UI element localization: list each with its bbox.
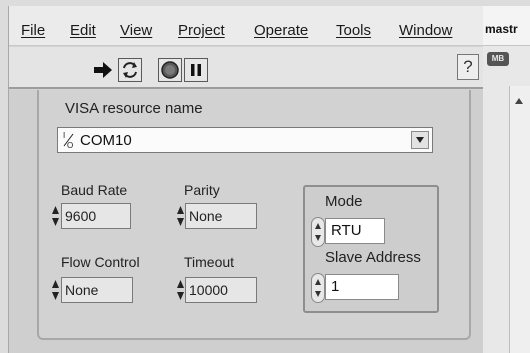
flow-control-spinner[interactable]	[51, 277, 60, 303]
menu-file[interactable]: File	[21, 22, 45, 39]
flow-control-field[interactable]: None	[61, 277, 133, 303]
slave-address-label: Slave Address	[325, 249, 421, 266]
svg-text:O: O	[67, 141, 73, 150]
mb-badge: MB	[487, 52, 509, 66]
visa-resource-label: VISA resource name	[65, 100, 203, 117]
front-panel-canvas: VISA resource name I O COM10 Baud Rate 9…	[9, 90, 483, 353]
mode-label: Mode	[325, 193, 363, 210]
serial-config-cluster: VISA resource name I O COM10 Baud Rate 9…	[37, 90, 471, 340]
scroll-up-button[interactable]	[512, 94, 526, 106]
baud-rate-label: Baud Rate	[61, 182, 128, 198]
mode-field[interactable]: RTU	[325, 218, 385, 244]
baud-rate-field[interactable]: 9600	[61, 203, 131, 229]
run-continuously-button[interactable]	[118, 58, 142, 82]
menu-view[interactable]: View	[120, 22, 152, 39]
mode-ring-spinner[interactable]	[311, 217, 325, 247]
menu-window[interactable]: Window	[399, 22, 452, 39]
svg-text:I: I	[63, 131, 65, 140]
visa-resource-combo[interactable]: I O COM10	[57, 127, 433, 153]
abort-execution-icon	[160, 60, 180, 80]
run-continuously-icon	[120, 60, 140, 80]
dropdown-arrow-icon	[415, 131, 425, 149]
second-window-title-text: mastr	[485, 22, 518, 36]
flow-control-label: Flow Control	[61, 254, 140, 270]
second-window-edge: mastr MB	[483, 6, 530, 353]
parity-label: Parity	[184, 182, 220, 198]
menu-operate[interactable]: Operate	[254, 22, 308, 39]
modbus-settings-box: Mode RTU Slave Address 1	[303, 185, 439, 313]
timeout-spinner[interactable]	[176, 277, 185, 303]
parity-spinner[interactable]	[176, 203, 185, 229]
menu-bar: File Edit View Project Operate Tools Win…	[9, 6, 483, 46]
abort-execution-button[interactable]	[158, 58, 182, 82]
slave-address-spinner[interactable]	[311, 273, 325, 303]
slave-address-field[interactable]: 1	[325, 274, 399, 300]
vertical-scrollbar[interactable]	[509, 86, 530, 353]
parity-field[interactable]: None	[185, 203, 257, 229]
toolbar	[9, 47, 483, 89]
menu-project[interactable]: Project	[178, 22, 225, 39]
menu-tools[interactable]: Tools	[336, 22, 371, 39]
scroll-up-arrow-icon	[515, 91, 523, 109]
timeout-label: Timeout	[184, 254, 235, 270]
visa-dropdown-button[interactable]	[411, 131, 429, 149]
second-window-title: mastr	[483, 6, 530, 46]
pause-button[interactable]	[184, 58, 208, 82]
labview-front-panel-window: File Edit View Project Operate Tools Win…	[8, 6, 483, 353]
run-arrow-icon	[92, 61, 114, 79]
run-button[interactable]	[91, 58, 115, 82]
pause-icon	[188, 62, 204, 78]
timeout-field[interactable]: 10000	[185, 277, 257, 303]
baud-rate-spinner[interactable]	[51, 203, 60, 229]
visa-io-icon: I O	[62, 130, 76, 151]
menu-edit[interactable]: Edit	[70, 22, 96, 39]
context-help-button[interactable]: ?	[457, 54, 479, 80]
visa-resource-value: COM10	[80, 132, 132, 149]
